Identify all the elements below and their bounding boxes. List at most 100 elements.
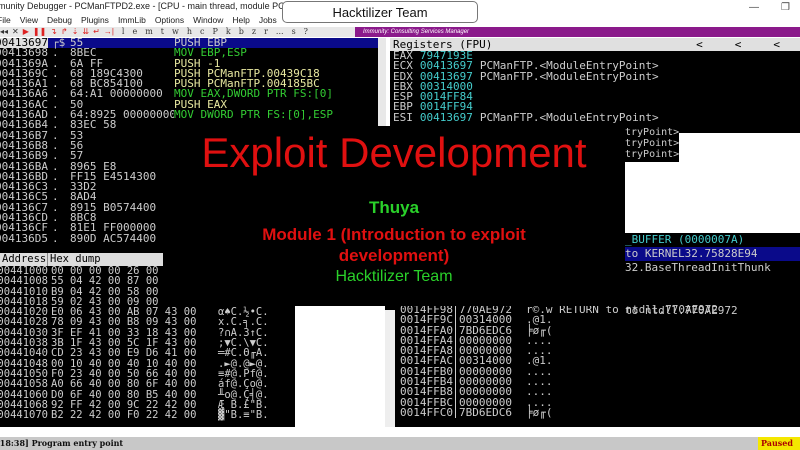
- ascii: ▓"B.≡"B.: [218, 409, 269, 422]
- address: 0014FFC0: [400, 405, 453, 419]
- menu-jobs[interactable]: Jobs: [259, 13, 277, 27]
- toolbar-letter-8[interactable]: k: [226, 27, 231, 37]
- registers-pane[interactable]: Registers (FPU) < < < EAX 7947193E ECX 0041369…: [390, 38, 800, 133]
- toolbar-letter-13[interactable]: s: [292, 27, 296, 37]
- toolbar-letter-14[interactable]: ?: [304, 27, 308, 37]
- toolbar-button[interactable]: ❚❚: [33, 27, 46, 37]
- address: 004136B4: [0, 120, 48, 131]
- comment: ╞ø╓(: [526, 405, 553, 419]
- toolbar-letter-7[interactable]: P: [213, 27, 218, 37]
- hex-bytes: 68 BC854100: [70, 79, 143, 90]
- toolbar-button[interactable]: ✕: [12, 27, 19, 37]
- address: 00441010: [0, 286, 48, 297]
- overlay-author: Thuya: [368, 198, 420, 217]
- instruction: MOV DWORD PTR FS:[0],ESP: [174, 108, 333, 122]
- toolbar-letter-5[interactable]: h: [187, 27, 192, 37]
- registers-lower: _BUFFER (0000007A) to KERNEL32.75828E94 …: [625, 126, 800, 313]
- address: 00441048: [0, 358, 48, 369]
- menu-file[interactable]: File: [0, 13, 11, 27]
- hex-bytes: 6A FF: [70, 58, 104, 69]
- address: 004136A6: [0, 89, 48, 100]
- address: 004136BD: [0, 171, 48, 183]
- hex-bytes: B2 22 42 00 F0 22 42 00: [51, 409, 197, 422]
- toolbar-letter-6[interactable]: c: [200, 27, 204, 37]
- register-value[interactable]: 00413697: [420, 111, 473, 124]
- register-row[interactable]: ESI 00413697 PCManFTP.<ModuleEntryPoint>: [390, 110, 800, 124]
- menu-view[interactable]: View: [20, 13, 38, 27]
- hex-bytes: 50: [70, 99, 84, 111]
- stack-scrollbar[interactable]: [385, 310, 395, 427]
- register-note: PCManFTP.<ModuleEntryPoint>: [479, 69, 659, 83]
- hex-row[interactable]: 00441070 B2 22 42 00 F0 22 42 00 ▓"B.≡"B.: [0, 409, 295, 422]
- toolbar-button[interactable]: ↱: [61, 27, 68, 37]
- toolbar-letter-0[interactable]: l: [122, 27, 125, 37]
- toolbar-button[interactable]: ↴: [50, 27, 57, 37]
- address: 0041369C: [0, 68, 48, 80]
- register-note: _BUFFER (0000007A): [625, 233, 745, 246]
- toolbar-letter-12[interactable]: ...: [276, 27, 284, 37]
- stack-pane[interactable]: 0014FF98 770AE972 r©.w RETURN to ntdll.770…: [385, 304, 800, 427]
- overlay-team: Hacktilizer Team: [335, 268, 453, 285]
- address: 00441028: [0, 317, 48, 328]
- minimize-button[interactable]: —: [749, 2, 759, 13]
- hex-bytes: 57: [70, 151, 84, 162]
- address: 00441068: [0, 399, 48, 411]
- column-address[interactable]: Address: [0, 253, 48, 266]
- register-note: 32.BaseThreadInitThunk: [625, 261, 771, 274]
- hex-bytes: 68 189C4300: [70, 68, 143, 80]
- hex-bytes: 64:A1 00000000: [70, 89, 163, 100]
- address: 0041369A: [0, 58, 48, 69]
- address: 004136CF: [0, 223, 48, 234]
- toolbar-button[interactable]: ⇊: [82, 27, 89, 37]
- toolbar-letter-9[interactable]: b: [239, 27, 244, 37]
- collapse-arrow[interactable]: <: [773, 38, 780, 51]
- toolbar-button[interactable]: ▶: [23, 27, 29, 37]
- toolbar-button[interactable]: ↵: [93, 27, 100, 37]
- toolbar-letter-3[interactable]: t: [161, 27, 164, 37]
- address: 004136C3: [0, 182, 48, 193]
- address: 004136C5: [0, 192, 48, 203]
- menu-options[interactable]: Options: [155, 13, 184, 27]
- toolbar-letter-2[interactable]: m: [145, 27, 153, 37]
- status-message: [18:38] Program entry point: [0, 438, 124, 448]
- address: 004136AC: [0, 99, 48, 111]
- address: 00441018: [0, 296, 48, 308]
- register-fragment: tryPoint>: [625, 148, 680, 162]
- address: 00441058: [0, 379, 48, 390]
- stack-row[interactable]: 0014FFC0 7BD6EDC6 ╞ø╓(: [385, 405, 800, 419]
- address: 00441020: [0, 307, 48, 318]
- menu-window[interactable]: Window: [193, 13, 223, 27]
- menu-plugins[interactable]: Plugins: [81, 13, 109, 27]
- hex-bytes: 55: [70, 38, 84, 49]
- hex-bytes: FF15 E4514300: [70, 171, 157, 183]
- toolbar-letter-1[interactable]: e: [132, 27, 137, 37]
- menu-immlib[interactable]: ImmLib: [118, 13, 146, 27]
- hex-bytes: 8915 B0574400: [70, 202, 157, 214]
- address: 004136CD: [0, 213, 48, 224]
- hex-bytes: 33D2: [70, 182, 97, 193]
- window-controls: — ❐: [749, 2, 790, 13]
- toolbar-button[interactable]: ◂◂: [0, 27, 8, 37]
- collapse-arrow[interactable]: <: [735, 38, 742, 51]
- toolbar-letter-11[interactable]: r: [264, 27, 268, 37]
- hex-bytes: 53: [70, 130, 84, 141]
- marker: .: [52, 231, 59, 245]
- collapse-arrow[interactable]: <: [696, 38, 703, 51]
- hex-bytes: 890D AC574400: [70, 233, 157, 244]
- menu-help[interactable]: Help: [232, 13, 249, 27]
- status-bar: [18:38] Program entry point Paused: [0, 437, 800, 450]
- toolbar-letter-10[interactable]: z: [252, 27, 256, 37]
- address: 00441008: [0, 276, 48, 287]
- register-name: ESI: [393, 110, 413, 124]
- hex-bytes: 8BC8: [70, 213, 97, 224]
- hex-bytes: 8BEC: [70, 48, 97, 59]
- toolbar-button[interactable]: ⇣: [72, 27, 79, 37]
- menu-debug[interactable]: Debug: [47, 13, 72, 27]
- toolbar-letter-4[interactable]: w: [172, 27, 179, 37]
- overlay-title: Exploit Development: [201, 129, 587, 176]
- maximize-button[interactable]: ❐: [781, 2, 790, 13]
- address: 00441000: [0, 266, 48, 277]
- hex-bytes: 64:8925 00000000: [70, 110, 174, 121]
- address: 00441050: [0, 368, 48, 380]
- toolbar-button[interactable]: →|: [104, 27, 114, 37]
